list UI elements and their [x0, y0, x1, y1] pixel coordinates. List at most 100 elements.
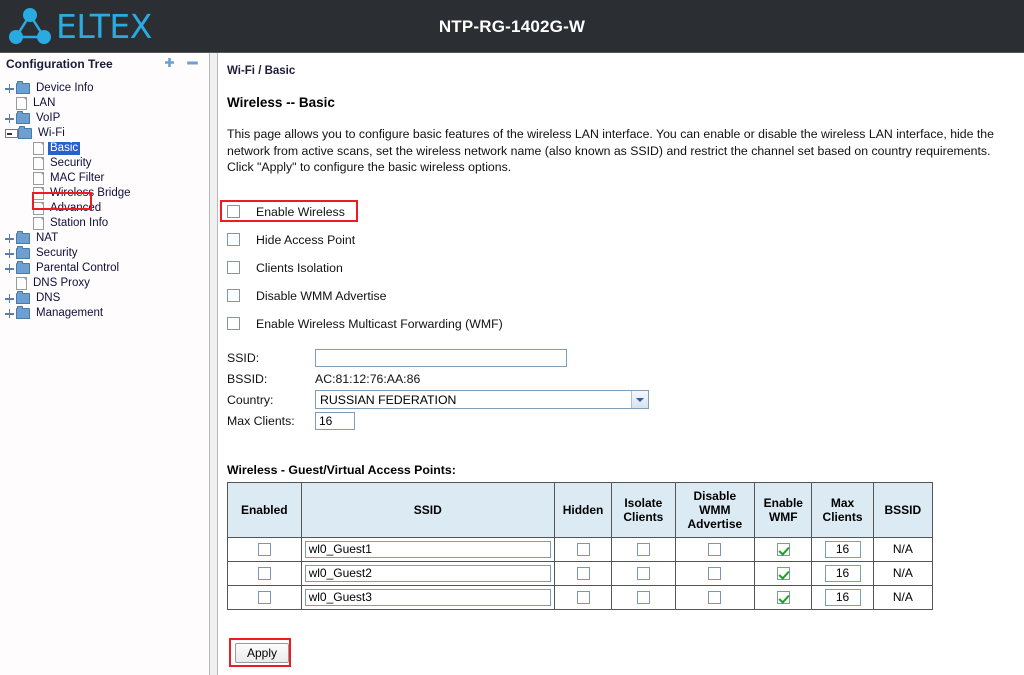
sidebar-item-label: Security [36, 247, 78, 259]
cell-max-clients [811, 536, 874, 562]
checkbox-row-enable-wireless-multicast-forwarding-wmf: Enable Wireless Multicast Forwarding (WM… [227, 310, 1024, 338]
sidebar-item-label: NAT [36, 232, 59, 244]
sidebar-item-voip[interactable]: VoIP [3, 111, 209, 126]
sidebar-item-parental-control[interactable]: Parental Control [3, 261, 209, 276]
checkbox-label: Clients Isolation [256, 260, 343, 275]
cell-hidden [553, 560, 613, 586]
sidebar-item-dns-proxy[interactable]: DNS Proxy [3, 276, 209, 291]
ssid-input[interactable] [304, 564, 551, 582]
bssid-row: BSSID: AC:81:12:76:AA:86 [227, 369, 1024, 389]
checkbox-isolate-clients[interactable] [636, 591, 650, 605]
checkbox-enable-wmf[interactable] [776, 591, 790, 605]
apply-button[interactable]: Apply [235, 642, 290, 663]
checkbox-enable-wireless-multicast-forwarding-wmf[interactable] [227, 317, 240, 330]
collapse-icon[interactable] [5, 129, 18, 138]
device-model-title: NTP-RG-1402G-W [438, 17, 586, 36]
max-clients-input[interactable] [315, 411, 355, 430]
checkbox-label: Enable Wireless Multicast Forwarding (WM… [256, 316, 503, 331]
description-line-1: This page allows you to configure basic … [227, 127, 947, 141]
checkbox-enabled[interactable] [257, 567, 271, 581]
table-row: N/A [227, 536, 934, 562]
checkbox-disable-wmm-advertise[interactable] [708, 567, 722, 581]
sidebar-splitter[interactable] [210, 53, 218, 675]
checkbox-row-clients-isolation: Clients Isolation [227, 254, 1024, 282]
sidebar-item-label: Device Info [36, 82, 94, 94]
minus-icon[interactable] [186, 57, 199, 70]
sidebar-item-lan[interactable]: LAN [3, 96, 209, 111]
checkbox-isolate-clients[interactable] [636, 543, 650, 557]
sidebar-item-label: LAN [33, 97, 56, 109]
country-label: Country: [227, 392, 274, 407]
folder-icon [16, 231, 30, 244]
config-tree-list: Device Info LAN VoIP Wi-Fi Basic Security MAC … [0, 81, 209, 321]
sidebar-title: Configuration Tree [6, 57, 113, 71]
checkbox-enable-wireless[interactable] [227, 205, 240, 218]
expand-icon[interactable] [3, 112, 16, 125]
cell-disable-wmm-advertise [674, 584, 756, 610]
checkbox-clients-isolation[interactable] [227, 261, 240, 274]
cell-bssid: N/A [872, 584, 934, 610]
checkbox-hide-access-point[interactable] [227, 233, 240, 246]
checkbox-enable-wmf[interactable] [776, 567, 790, 581]
checkbox-isolate-clients[interactable] [636, 567, 650, 581]
cell-max-clients [811, 560, 874, 586]
ssid-input[interactable] [315, 348, 567, 367]
max-clients-label: Max Clients: [227, 413, 295, 428]
checkbox-disable-wmm-advertise[interactable] [708, 543, 722, 557]
expand-icon[interactable] [3, 82, 16, 95]
sidebar-item-dns[interactable]: DNS [3, 291, 209, 306]
description-line-3: country requirements. [871, 143, 991, 158]
folder-icon [16, 246, 30, 259]
ssid-input[interactable] [304, 540, 551, 558]
sidebar-item-nat[interactable]: NAT [3, 231, 209, 246]
cell-enable-wmf [754, 584, 813, 610]
ssid-input[interactable] [304, 588, 551, 606]
folder-icon [18, 126, 32, 139]
expand-icon[interactable] [3, 262, 16, 275]
country-select[interactable]: RUSSIAN FEDERATION [315, 390, 649, 409]
expand-icon[interactable] [3, 307, 16, 320]
checkbox-enable-wmf[interactable] [776, 543, 790, 557]
vap-table-header-row: Enabled SSID Hidden Isolate Clients Disable … [227, 481, 934, 538]
sidebar-item-security[interactable]: Security [3, 246, 209, 261]
checkbox-hidden[interactable] [576, 591, 590, 605]
checkbox-disable-wmm-advertise[interactable] [708, 591, 722, 605]
expand-icon[interactable] [3, 232, 16, 245]
checkbox-hidden[interactable] [576, 543, 590, 557]
vap-col-max-clients: Max Clients [811, 481, 874, 538]
sidebar-item-wireless-bridge[interactable]: Wireless Bridge [3, 186, 209, 201]
sidebar-item-wi-fi[interactable]: Wi-Fi [3, 126, 209, 141]
configuration-tree-sidebar: Configuration Tree Device Info LAN VoIP Wi-… [0, 53, 210, 675]
sidebar-item-advanced[interactable]: Advanced [3, 201, 209, 216]
checkbox-disable-wmm-advertise[interactable] [227, 289, 240, 302]
max-clients-input[interactable] [824, 564, 861, 582]
sidebar-item-device-info[interactable]: Device Info [3, 81, 209, 96]
cell-ssid [300, 584, 555, 610]
sidebar-item-label: VoIP [36, 112, 61, 124]
page-icon [33, 157, 44, 170]
plus-icon[interactable] [163, 57, 176, 70]
cell-enable-wmf [754, 536, 813, 562]
checkbox-enabled[interactable] [257, 543, 271, 557]
max-clients-input[interactable] [824, 540, 861, 558]
vap-col-enable-wmf: Enable WMF [754, 481, 813, 538]
sidebar-item-mac-filter[interactable]: MAC Filter [3, 171, 209, 186]
checkbox-row-hide-access-point: Hide Access Point [227, 226, 1024, 254]
checkbox-enabled[interactable] [257, 591, 271, 605]
max-clients-input[interactable] [824, 588, 861, 606]
expand-icon[interactable] [3, 292, 16, 305]
sidebar-item-label: DNS [36, 292, 61, 304]
bssid-label: BSSID: [227, 371, 268, 386]
sidebar-item-management[interactable]: Management [3, 306, 209, 321]
chevron-down-icon[interactable] [631, 391, 648, 408]
breadcrumb: Wi-Fi / Basic [227, 65, 296, 77]
sidebar-item-security[interactable]: Security [3, 156, 209, 171]
max-clients-row: Max Clients: [227, 411, 1024, 431]
checkbox-hidden[interactable] [576, 567, 590, 581]
sidebar-item-station-info[interactable]: Station Info [3, 216, 209, 231]
sidebar-item-basic[interactable]: Basic [3, 141, 209, 156]
folder-icon [16, 81, 30, 94]
expand-icon[interactable] [3, 247, 16, 260]
table-row: N/A [227, 584, 934, 610]
